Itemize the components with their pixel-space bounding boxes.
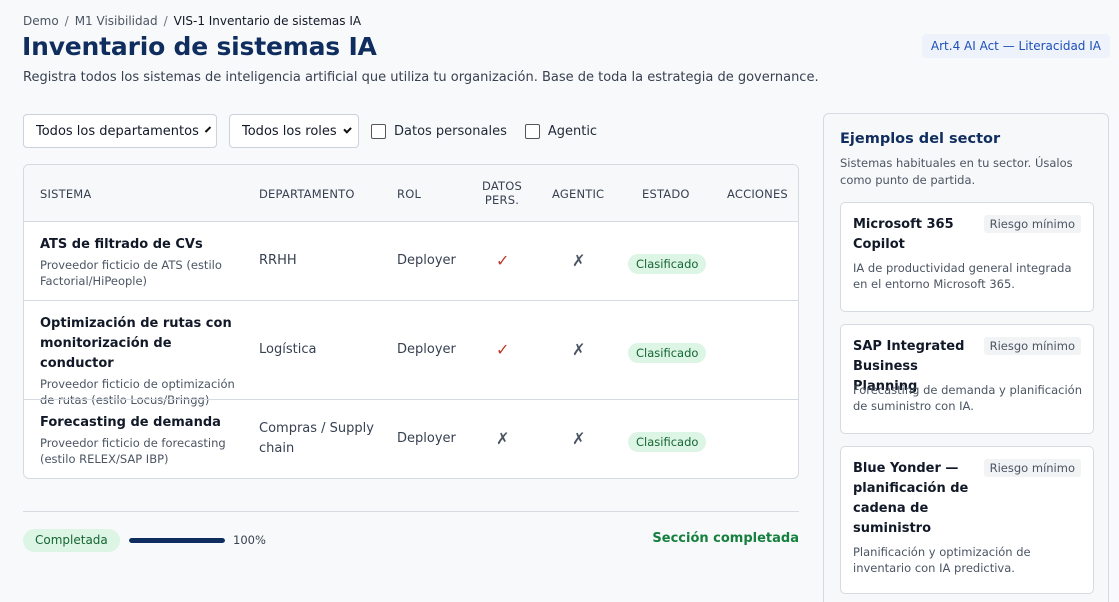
system-cell: Optimización de rutas con monitorización…: [40, 314, 240, 408]
agentic-filter[interactable]: Agentic: [524, 123, 598, 139]
system-name[interactable]: Forecasting de demanda: [40, 413, 240, 433]
section-completed-label: Sección completada: [652, 531, 799, 546]
table-header: SISTEMA DEPARTAMENTO ROL DATOS PERS. AGE…: [24, 165, 798, 222]
system-name[interactable]: Optimización de rutas con monitorización…: [40, 314, 240, 374]
risk-badge: Riesgo mínimo: [983, 215, 1081, 233]
department-cell: RRHH: [259, 253, 297, 268]
filters-bar: Todos los departamentos Todos los roles …: [23, 114, 597, 148]
cross-icon: ✗: [572, 251, 586, 270]
breadcrumb-m1-visibilidad[interactable]: M1 Visibilidad: [75, 14, 158, 28]
cross-icon: ✗: [572, 429, 586, 448]
header-actions: ACCIONES: [727, 187, 788, 201]
progress-bar-fill: [129, 538, 225, 543]
department-select-value: Todos los departamentos: [36, 123, 199, 139]
progress-bar: [129, 538, 225, 543]
role-select[interactable]: Todos los roles: [229, 114, 359, 148]
breadcrumb-demo[interactable]: Demo: [23, 14, 59, 28]
system-cell: Forecasting de demanda Proveedor fictici…: [40, 413, 240, 467]
systems-table: SISTEMA DEPARTAMENTO ROL DATOS PERS. AGE…: [23, 164, 799, 479]
chevron-down-icon: [342, 124, 352, 134]
department-cell: Compras / Supply chain: [259, 421, 374, 456]
breadcrumb-separator: /: [163, 14, 168, 28]
example-card-name: Blue Yonder — planificación de cadena de…: [853, 461, 969, 536]
example-card-description: Forecasting de demanda y planificación d…: [853, 383, 1082, 413]
system-name[interactable]: ATS de filtrado de CVs: [40, 235, 240, 255]
header-department[interactable]: DEPARTAMENTO: [259, 187, 355, 201]
risk-badge: Riesgo mínimo: [983, 459, 1081, 477]
system-cell: ATS de filtrado de CVs Proveedor fictici…: [40, 235, 240, 289]
role-cell: Deployer: [397, 431, 456, 446]
check-icon: ✓: [496, 251, 510, 270]
example-card[interactable]: SAP Integrated Business Planning Riesgo …: [840, 324, 1094, 434]
cross-icon: ✗: [572, 340, 586, 359]
personal-data-checkbox[interactable]: [371, 123, 386, 139]
header-system[interactable]: SISTEMA: [40, 187, 91, 201]
page-title: Inventario de sistemas IA: [22, 32, 377, 61]
header-personal-data-line1: DATOS: [482, 179, 523, 193]
page-subtitle: Registra todos los sistemas de inteligen…: [23, 70, 819, 85]
agentic-label: Agentic: [547, 123, 598, 139]
header-agentic[interactable]: AGENTIC: [552, 187, 604, 201]
example-card[interactable]: Microsoft 365 Copilot Riesgo mínimo IA d…: [840, 202, 1094, 312]
role-cell: Deployer: [397, 342, 456, 357]
section-divider: [23, 511, 799, 512]
risk-badge: Riesgo mínimo: [983, 337, 1081, 355]
personal-data-filter[interactable]: Datos personales: [371, 123, 507, 139]
table-row[interactable]: ATS de filtrado de CVs Proveedor fictici…: [24, 221, 798, 300]
status-badge: Clasificado: [628, 432, 707, 452]
article-badge: Art.4 AI Act — Literacidad IA: [921, 34, 1110, 58]
department-select[interactable]: Todos los departamentos: [23, 114, 217, 148]
example-card-description: IA de productividad general integrada en…: [853, 261, 1072, 291]
role-select-value: Todos los roles: [242, 123, 337, 139]
header-personal-data-line2: PERS.: [484, 193, 520, 207]
header-status[interactable]: ESTADO: [642, 187, 690, 201]
example-card-name: Microsoft 365 Copilot: [853, 217, 954, 252]
breadcrumb-separator: /: [64, 14, 69, 28]
completion-status-badge: Completada: [23, 529, 120, 552]
status-cell: Clasificado: [628, 342, 707, 363]
role-cell: Deployer: [397, 253, 456, 268]
sector-examples-subtitle: Sistemas habituales en tu sector. Úsalos…: [840, 156, 1073, 187]
header-personal-data[interactable]: DATOS PERS.: [482, 179, 522, 207]
sector-examples-title: Ejemplos del sector: [840, 131, 1001, 147]
agentic-checkbox[interactable]: [524, 123, 540, 139]
header-role[interactable]: ROL: [397, 187, 421, 201]
system-description: Proveedor ficticio de forecasting (estil…: [40, 436, 226, 466]
progress-label: 100%: [233, 533, 266, 547]
personal-data-label: Datos personales: [394, 123, 507, 139]
system-description: Proveedor ficticio de ATS (estilo Factor…: [40, 258, 222, 288]
chevron-down-icon: [204, 125, 212, 133]
example-card-description: Planificación y optimización de inventar…: [853, 545, 1031, 575]
check-icon: ✓: [496, 340, 510, 359]
status-badge: Clasificado: [628, 343, 707, 363]
department-cell: Logística: [259, 342, 317, 357]
cross-icon: ✗: [496, 429, 510, 448]
table-row[interactable]: Optimización de rutas con monitorización…: [24, 300, 798, 407]
status-cell: Clasificado: [628, 431, 707, 452]
status-badge: Clasificado: [628, 254, 707, 274]
example-card[interactable]: Blue Yonder — planificación de cadena de…: [840, 446, 1094, 594]
table-row[interactable]: Forecasting de demanda Proveedor fictici…: [24, 399, 798, 478]
breadcrumb-current: VIS-1 Inventario de sistemas IA: [173, 14, 362, 28]
breadcrumb: Demo / M1 Visibilidad / VIS-1 Inventario…: [23, 14, 361, 28]
sector-examples-panel: Ejemplos del sector Sistemas habituales …: [823, 113, 1109, 602]
status-cell: Clasificado: [628, 253, 707, 274]
